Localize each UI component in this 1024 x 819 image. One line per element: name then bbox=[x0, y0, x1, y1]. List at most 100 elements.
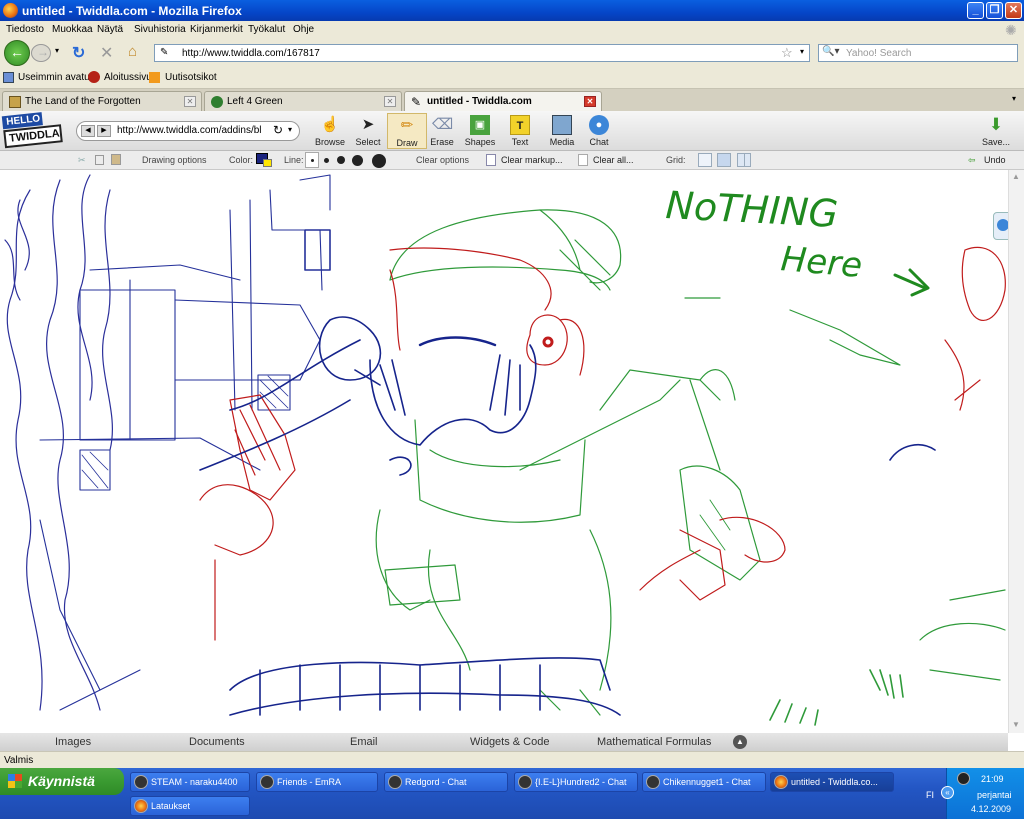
url-text[interactable]: http://www.twiddla.com/167817 bbox=[182, 48, 320, 59]
speech-icon bbox=[997, 219, 1008, 231]
paste-icon[interactable] bbox=[111, 154, 121, 165]
task-steam[interactable]: STEAM - naraku4400 bbox=[130, 772, 250, 792]
widget-email[interactable]: Email bbox=[350, 736, 378, 748]
steam-icon bbox=[260, 775, 274, 789]
clock-time[interactable]: 21:09 bbox=[981, 774, 1004, 784]
url-bar[interactable]: ✎ http://www.twiddla.com/167817 ☆ ▾ bbox=[154, 44, 810, 62]
task-hundred2-chat[interactable]: {I.E-L}Hundred2 - Chat bbox=[514, 772, 638, 792]
widget-documents[interactable]: Documents bbox=[189, 736, 245, 748]
scroll-down-icon[interactable]: ▼ bbox=[1012, 720, 1020, 729]
bookmark-headlines[interactable]: Uutisotsikot bbox=[165, 72, 217, 83]
start-button[interactable]: Käynnistä bbox=[0, 768, 124, 795]
tool-select[interactable]: ➤ Select bbox=[348, 113, 388, 149]
tool-label: Browse bbox=[314, 137, 345, 147]
clear-markup-button[interactable]: Clear markup... bbox=[501, 155, 563, 165]
menu-tools[interactable]: Työkalut bbox=[248, 24, 285, 35]
menu-bookmarks[interactable]: Kirjanmerkit bbox=[190, 24, 243, 35]
home-icon[interactable]: ⌂ bbox=[128, 43, 137, 60]
tab-left-4-green[interactable]: Left 4 Green ✕ bbox=[204, 91, 402, 111]
steam-tray-icon[interactable] bbox=[957, 772, 970, 785]
inner-reload-icon[interactable]: ↻ bbox=[273, 123, 283, 137]
tab-twiddla[interactable]: ✎ untitled - Twiddla.com ✕ bbox=[404, 91, 602, 111]
tool-chat[interactable]: ● Chat bbox=[579, 113, 619, 149]
close-window-button[interactable]: ✕ bbox=[1005, 2, 1022, 19]
widget-math-formulas[interactable]: Mathematical Formulas bbox=[597, 736, 711, 748]
stop-icon[interactable]: ✕ bbox=[100, 43, 113, 63]
copy-icon[interactable] bbox=[95, 155, 104, 165]
bookmark-start-page[interactable]: Aloitussivu bbox=[104, 72, 152, 83]
menu-help[interactable]: Ohje bbox=[293, 24, 314, 35]
tab-label[interactable]: The Land of the Forgotten bbox=[25, 96, 141, 107]
side-chat-tab[interactable] bbox=[993, 212, 1008, 240]
line-size-1[interactable] bbox=[311, 159, 314, 162]
grid-fine-button[interactable] bbox=[737, 153, 751, 167]
tab-close-icon[interactable]: ✕ bbox=[384, 96, 396, 107]
tray-expand-icon[interactable]: « bbox=[941, 786, 954, 799]
tab-list-icon[interactable]: ▾ bbox=[1012, 94, 1016, 103]
menu-edit[interactable]: Muokkaa bbox=[52, 24, 93, 35]
task-friends[interactable]: Friends - EmRA bbox=[256, 772, 378, 792]
search-engine-icon[interactable]: 🔍▾ bbox=[822, 46, 839, 57]
vertical-scrollbar[interactable]: ▲ ▼ bbox=[1008, 170, 1024, 733]
minimize-button[interactable]: _ bbox=[967, 2, 984, 19]
cut-icon[interactable]: ✂ bbox=[78, 155, 86, 166]
url-dropdown-icon[interactable]: ▾ bbox=[800, 47, 804, 56]
tool-shapes[interactable]: ▣ Shapes bbox=[460, 113, 500, 149]
grid-none-button[interactable] bbox=[698, 153, 712, 167]
line-size-5[interactable] bbox=[372, 154, 386, 168]
steam-icon bbox=[134, 775, 148, 789]
tool-media[interactable]: Media bbox=[542, 113, 582, 149]
clear-all-button[interactable]: Clear all... bbox=[593, 155, 634, 165]
shapes-icon: ▣ bbox=[470, 115, 490, 135]
undo-button[interactable]: Undo bbox=[984, 155, 1006, 165]
menu-history[interactable]: Sivuhistoria bbox=[134, 24, 186, 35]
history-dropdown-icon[interactable]: ▾ bbox=[55, 46, 59, 55]
task-twiddla-firefox[interactable]: untitled - Twiddla.co... bbox=[770, 772, 894, 792]
tool-erase[interactable]: ⌫ Erase bbox=[422, 113, 462, 149]
menu-view[interactable]: Näytä bbox=[97, 24, 123, 35]
search-placeholder[interactable]: Yahoo! Search bbox=[846, 48, 911, 59]
task-label: Redgord - Chat bbox=[405, 777, 467, 787]
inner-back-icon[interactable]: ◀ bbox=[81, 125, 95, 137]
red-figure-strokes bbox=[199, 246, 1006, 641]
windows-logo-icon bbox=[8, 774, 22, 788]
line-label: Line: bbox=[284, 155, 304, 165]
search-bar[interactable]: 🔍▾ Yahoo! Search bbox=[818, 44, 1018, 62]
task-label: Chikennugget1 - Chat bbox=[663, 777, 751, 787]
site-identity-icon[interactable]: ✎ bbox=[160, 47, 168, 58]
collapse-widgets-icon[interactable]: ▲ bbox=[733, 735, 747, 749]
widget-images[interactable]: Images bbox=[55, 736, 91, 748]
task-chikennugget-chat[interactable]: Chikennugget1 - Chat bbox=[642, 772, 766, 792]
tool-browse[interactable]: ☝ Browse bbox=[310, 113, 350, 149]
language-indicator[interactable]: FI bbox=[926, 790, 934, 800]
widget-widgets-code[interactable]: Widgets & Code bbox=[470, 736, 549, 748]
line-size-3[interactable] bbox=[337, 156, 345, 164]
tab-label[interactable]: untitled - Twiddla.com bbox=[427, 96, 532, 107]
task-downloads[interactable]: Lataukset bbox=[130, 796, 250, 816]
maximize-button[interactable]: ❐ bbox=[986, 2, 1003, 19]
tool-draw[interactable]: ✏ Draw bbox=[387, 113, 427, 149]
steam-icon bbox=[388, 775, 402, 789]
scroll-up-icon[interactable]: ▲ bbox=[1012, 172, 1020, 181]
inner-url-text[interactable]: http://www.twiddla.com/addins/bl bbox=[117, 125, 271, 136]
menu-file[interactable]: Tiedosto bbox=[6, 24, 44, 35]
whiteboard-canvas[interactable]: NoTHING Here bbox=[0, 170, 1008, 733]
inner-browser-bar[interactable]: ◀ ▶ http://www.twiddla.com/addins/bl ↻ ▾ bbox=[76, 121, 300, 141]
inner-forward-icon[interactable]: ▶ bbox=[97, 125, 111, 137]
line-size-2[interactable] bbox=[324, 158, 329, 163]
tab-close-icon[interactable]: ✕ bbox=[584, 96, 596, 107]
color-swatch-secondary[interactable] bbox=[263, 159, 272, 167]
tab-label[interactable]: Left 4 Green bbox=[227, 96, 283, 107]
blue-building-strokes bbox=[39, 174, 331, 711]
bookmark-most-visited[interactable]: Useimmin avatut bbox=[18, 72, 92, 83]
inner-dropdown-icon[interactable]: ▾ bbox=[288, 125, 292, 134]
save-button[interactable]: ⬇ Save... bbox=[976, 113, 1016, 149]
tab-close-icon[interactable]: ✕ bbox=[184, 96, 196, 107]
grid-medium-button[interactable] bbox=[717, 153, 731, 167]
bookmark-star-icon[interactable]: ☆ bbox=[781, 45, 793, 61]
line-size-4[interactable] bbox=[352, 155, 363, 166]
tool-text[interactable]: T Text bbox=[500, 113, 540, 149]
tab-land-of-forgotten[interactable]: The Land of the Forgotten ✕ bbox=[2, 91, 202, 111]
task-redgord-chat[interactable]: Redgord - Chat bbox=[384, 772, 508, 792]
reload-icon[interactable]: ↻ bbox=[72, 43, 85, 63]
